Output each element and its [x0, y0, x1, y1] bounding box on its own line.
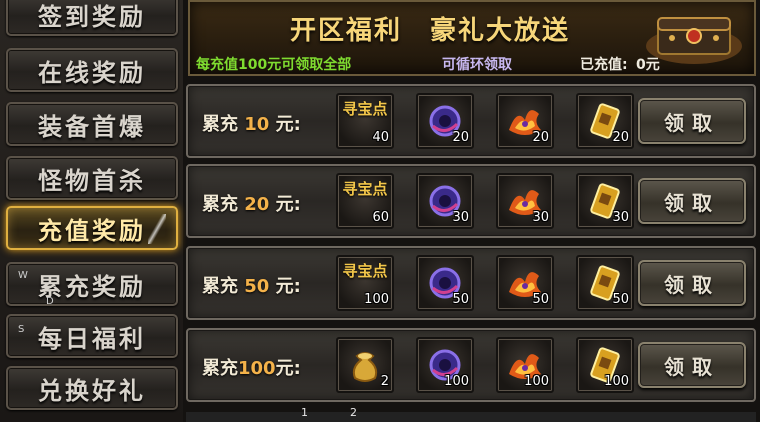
reward-count: 20 [532, 130, 549, 145]
bottom-bar [186, 412, 756, 422]
charged-label: 已充值: [580, 57, 628, 73]
reward-slot[interactable]: 50 [416, 255, 474, 311]
banner-note-all: 每充值100元可领取全部 [196, 57, 352, 73]
reward-slot[interactable]: 50 [576, 255, 634, 311]
reward-count: 20 [612, 130, 629, 145]
reward-count: 2 [380, 374, 389, 389]
stray-letter: D [46, 296, 54, 307]
reward-slot[interactable]: 100 [416, 337, 474, 393]
sidebar-item-exchange-gifts[interactable]: 兑换好礼 [6, 366, 178, 410]
tier-row: 累充 50 元: 寻宝点 100 50 50 50 领取 [186, 246, 756, 320]
claim-button[interactable]: 领取 [638, 260, 746, 306]
banner-title: 开区福利 豪礼大放送 [290, 16, 571, 46]
sidebar-item-monster-first-kill[interactable]: 怪物首杀 [6, 156, 178, 200]
stray-letter: S [18, 324, 25, 335]
reward-count: 50 [532, 292, 549, 307]
reward-slot[interactable]: 2 [336, 337, 394, 393]
sidebar-item-recharge-reward[interactable]: 充值奖励 [6, 206, 178, 250]
reward-count: 30 [532, 210, 549, 225]
reward-count: 100 [604, 374, 629, 389]
claim-button[interactable]: 领取 [638, 342, 746, 388]
reward-slot[interactable]: 30 [416, 173, 474, 229]
reward-slot[interactable]: 50 [496, 255, 554, 311]
claim-button[interactable]: 领取 [638, 178, 746, 224]
reward-count: 60 [372, 210, 389, 225]
reward-slot[interactable]: 寻宝点 60 [336, 173, 394, 229]
welfare-banner: 开区福利 豪礼大放送 每充值100元可领取全部 可循环领取 已充值: 0元 [188, 0, 756, 76]
tier-label: 累充 50 元: [202, 276, 301, 297]
sidebar-item-cumulative-reward[interactable]: 累充奖励 [6, 262, 178, 306]
reward-count: 30 [612, 210, 629, 225]
sidebar-item-sign-in[interactable]: 签到奖励 [6, 0, 178, 36]
reward-slot[interactable]: 20 [576, 93, 634, 149]
tier-label: 累充 20 元: [202, 194, 301, 215]
tier-row: 累充 10 元: 寻宝点 40 20 20 20 领取 [186, 84, 756, 158]
tier-label: 累充100元: [202, 358, 301, 379]
treasure-points-icon: 寻宝点 [342, 100, 388, 118]
page-number[interactable]: 2 [350, 406, 357, 419]
reward-slot[interactable]: 20 [416, 93, 474, 149]
charged-value: 0元 [636, 57, 660, 73]
reward-count: 50 [452, 292, 469, 307]
reward-slot[interactable]: 100 [576, 337, 634, 393]
reward-slot[interactable]: 30 [576, 173, 634, 229]
sidebar-item-online[interactable]: 在线奖励 [6, 48, 178, 92]
reward-count: 30 [452, 210, 469, 225]
sidebar: 签到奖励 在线奖励 装备首爆 怪物首杀 充值奖励 累充奖励 每日福利 兑换好礼 … [0, 0, 183, 422]
reward-count: 50 [612, 292, 629, 307]
sidebar-item-daily-welfare[interactable]: 每日福利 [6, 314, 178, 358]
banner-note-cycle: 可循环领取 [442, 57, 512, 73]
stray-letter: W [18, 270, 28, 281]
treasure-points-icon: 寻宝点 [342, 262, 388, 280]
reward-slot[interactable]: 寻宝点 100 [336, 255, 394, 311]
claim-button[interactable]: 领取 [638, 98, 746, 144]
treasure-points-icon: 寻宝点 [342, 180, 388, 198]
reward-count: 100 [524, 374, 549, 389]
reward-count: 20 [452, 130, 469, 145]
sidebar-item-equip-first-drop[interactable]: 装备首爆 [6, 102, 178, 146]
reward-slot[interactable]: 30 [496, 173, 554, 229]
reward-slot[interactable]: 100 [496, 337, 554, 393]
tier-label: 累充 10 元: [202, 114, 301, 135]
reward-count: 100 [444, 374, 469, 389]
reward-count: 100 [364, 292, 389, 307]
reward-count: 40 [372, 130, 389, 145]
tier-row: 累充 20 元: 寻宝点 60 30 30 30 领取 [186, 164, 756, 238]
reward-slot[interactable]: 寻宝点 40 [336, 93, 394, 149]
tier-row: 累充100元: 2 100 100 100 领取 [186, 328, 756, 402]
page-number[interactable]: 1 [301, 406, 308, 419]
reward-slot[interactable]: 20 [496, 93, 554, 149]
